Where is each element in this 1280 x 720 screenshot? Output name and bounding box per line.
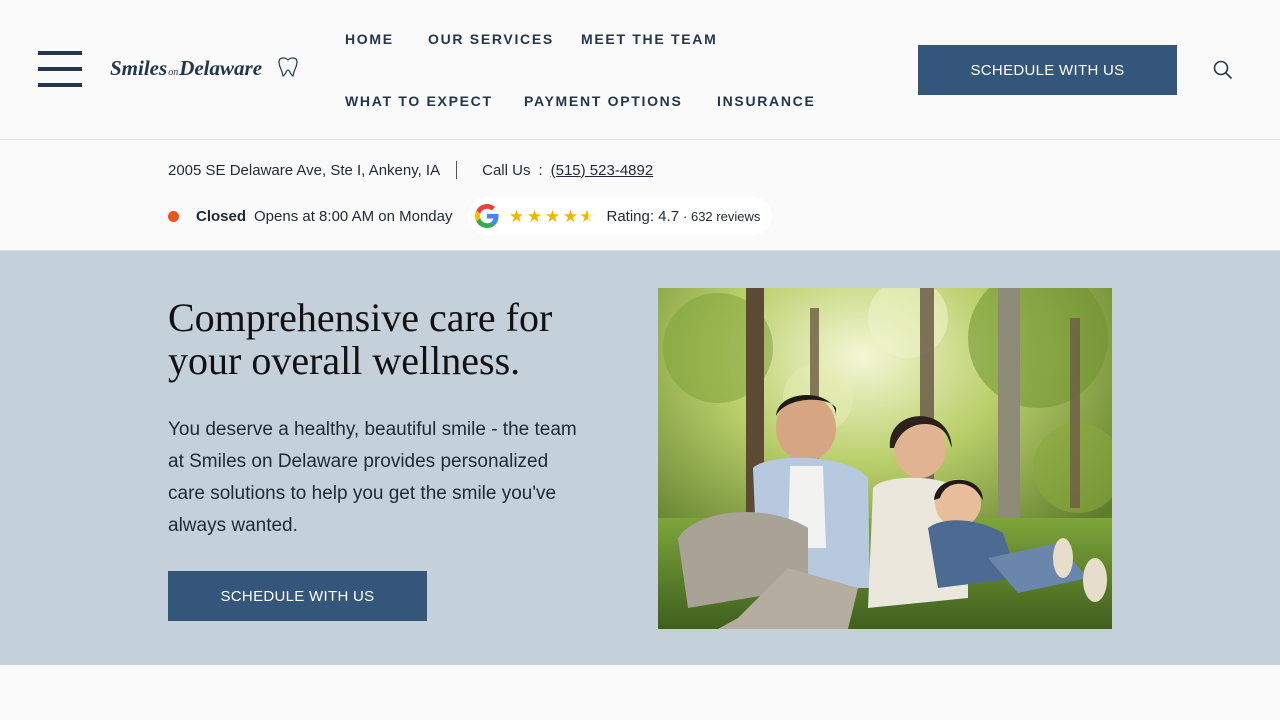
call-separator: : (538, 161, 543, 179)
hero-title: Comprehensive care for your overall well… (168, 295, 553, 383)
call-label: Call Us (482, 161, 531, 179)
hamburger-menu-icon[interactable] (38, 51, 82, 89)
contact-info-bar: 2005 SE Delaware Ave, Ste I, Ankeny, IA … (0, 141, 1280, 251)
google-g-icon (475, 204, 499, 228)
status-badge: Closed (196, 207, 247, 225)
rating-stars: ★ ★ ★ ★ ★ ★ (507, 208, 597, 225)
nav-meet-the-team[interactable]: MEET THE TEAM (581, 31, 717, 47)
phone-link[interactable]: (515) 523-4892 (551, 162, 654, 179)
hero-description: You deserve a healthy, beautiful smile -… (168, 419, 577, 536)
status-dot-icon (168, 210, 179, 222)
schedule-button-header[interactable]: SCHEDULE WITH US (918, 45, 1177, 95)
contact-row: 2005 SE Delaware Ave, Ste I, Ankeny, IA … (168, 159, 653, 181)
family-photo (658, 288, 1112, 629)
star-icon: ★ (526, 206, 543, 226)
logo-word-smiles: Smiles (110, 56, 168, 80)
google-rating-badge[interactable]: ★ ★ ★ ★ ★ ★ Rating: 4.7 · 632 reviews (468, 197, 773, 235)
hero-section: Comprehensive care for your overall well… (0, 251, 1280, 665)
nav-payment-options[interactable]: PAYMENT OPTIONS (524, 93, 683, 109)
logo-word-on: on (168, 67, 179, 78)
divider (456, 161, 458, 179)
nav-insurance[interactable]: INSURANCE (717, 93, 816, 109)
site-header: SmilesonDelaware HOME OUR SERVICES MEET … (0, 0, 1280, 140)
review-count: · 632 reviews (683, 208, 761, 224)
status-row: Closed Opens at 8:00 AM on Monday ★ ★ ★ … (168, 197, 773, 235)
site-logo[interactable]: SmilesonDelaware (110, 56, 300, 86)
nav-home[interactable]: HOME (345, 31, 394, 47)
nav-what-to-expect[interactable]: WHAT TO EXPECT (345, 93, 493, 109)
family-photo-illustration (658, 288, 1112, 629)
star-icon: ★ (508, 206, 525, 226)
address-text: 2005 SE Delaware Ave, Ste I, Ankeny, IA (168, 161, 441, 179)
logo-word-delaware: Delaware (179, 56, 263, 80)
search-icon[interactable] (1212, 59, 1234, 81)
main-nav: HOME OUR SERVICES MEET THE TEAM WHAT TO … (345, 0, 865, 140)
nav-our-services[interactable]: OUR SERVICES (428, 31, 554, 47)
half-star-icon: ★ ★ (579, 206, 595, 226)
tooth-logo-icon (278, 57, 298, 77)
rating-text: Rating: 4.7 (606, 207, 680, 225)
schedule-button-hero[interactable]: SCHEDULE WITH US (168, 571, 427, 621)
opening-hours: Opens at 8:00 AM on Monday (254, 207, 453, 225)
star-icon: ★ (562, 206, 579, 226)
star-icon: ★ (544, 206, 561, 226)
